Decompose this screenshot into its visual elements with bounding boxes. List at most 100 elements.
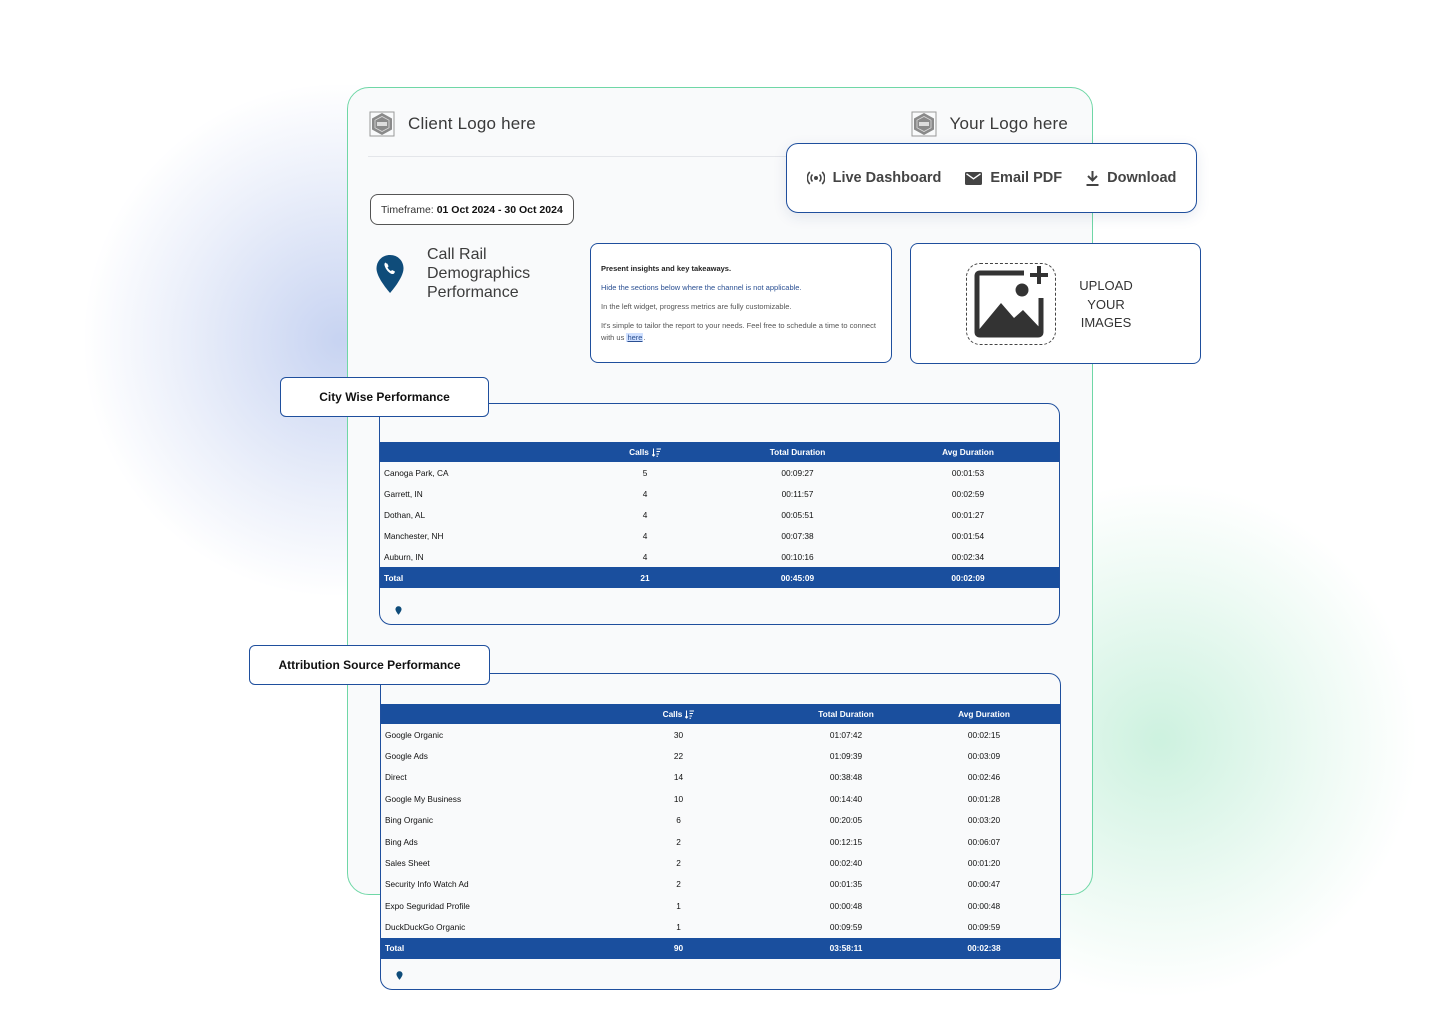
table-cell: Manchester, NH xyxy=(384,530,444,541)
table-cell: 01:09:39 xyxy=(829,751,863,762)
phone-pin-icon xyxy=(376,255,404,293)
table-row: DuckDuckGo Organic 1 00:09:59 00:09:59 xyxy=(381,917,1060,938)
table-cell: 00:07:38 xyxy=(781,530,814,541)
logo-placeholder-icon xyxy=(369,111,395,137)
table-cell: 10 xyxy=(673,793,684,804)
table-cell: 00:11:57 xyxy=(781,488,814,499)
upload-images-box[interactable]: UPLOAD YOUR IMAGES xyxy=(910,243,1201,364)
upload-dropzone[interactable] xyxy=(966,263,1056,345)
insights-heading: Present insights and key takeaways. xyxy=(601,264,732,273)
insights-line: In the left widget, progress metrics are… xyxy=(601,302,792,311)
table-header-row: Calls Total Duration Avg Duration xyxy=(381,704,1060,724)
table-cell: 2 xyxy=(676,879,681,890)
sort-icon[interactable] xyxy=(651,448,661,457)
table-cell: 00:10:16 xyxy=(781,551,814,562)
table-cell: 00:01:54 xyxy=(951,530,985,541)
email-pdf-label: Email PDF xyxy=(990,170,1063,186)
table-cell: 00:09:59 xyxy=(967,922,1001,933)
table-cell: 03:58:11 xyxy=(829,943,863,954)
phone-pin-icon xyxy=(396,971,403,980)
table-cell: 00:03:20 xyxy=(967,815,1001,826)
report-title-line: Call Rail xyxy=(427,246,487,263)
table-cell: Google Organic xyxy=(385,729,444,740)
table-cell: Dothan, AL xyxy=(384,509,426,520)
insights-box: Present insights and key takeaways. Hide… xyxy=(590,243,892,363)
city-table-card: Calls Total Duration Avg Duration Canoga… xyxy=(379,403,1060,625)
table-row: Canoga Park, CA 5 00:09:27 00:01:53 xyxy=(380,462,1059,483)
table-cell: Canoga Park, CA xyxy=(384,467,449,478)
table-cell: 4 xyxy=(642,509,648,520)
table-cell: 00:00:47 xyxy=(967,879,1001,890)
table-row: Dothan, AL 4 00:05:51 00:01:27 xyxy=(380,504,1059,525)
live-dashboard-label: Live Dashboard xyxy=(832,170,942,186)
column-header[interactable]: Avg Duration xyxy=(906,704,1060,724)
table-row: Bing Ads 2 00:12:15 00:06:07 xyxy=(381,831,1060,852)
table-cell: 00:01:53 xyxy=(951,467,985,478)
column-header xyxy=(380,442,570,462)
timeframe-value: 01 Oct 2024 - 30 Oct 2024 xyxy=(436,203,563,216)
source-table-card: Calls Total Duration Avg Duration Google… xyxy=(380,673,1061,990)
your-logo: Your Logo here xyxy=(910,110,1068,138)
column-header-calls[interactable]: Calls xyxy=(570,442,720,462)
report-title-line: Performance xyxy=(427,284,519,301)
table-cell: Total xyxy=(384,572,404,583)
table-cell: 30 xyxy=(673,729,684,740)
your-logo-text: Your Logo here xyxy=(949,114,1068,133)
add-image-icon xyxy=(974,266,1048,338)
table-cell: 00:03:09 xyxy=(967,751,1001,762)
insights-line: It's simple to tailor the report to your… xyxy=(601,320,881,344)
table-cell: 5 xyxy=(642,467,648,478)
column-header[interactable]: Avg Duration xyxy=(875,442,1059,462)
phone-pin-icon xyxy=(395,606,402,615)
table-cell: 00:06:07 xyxy=(967,836,1001,847)
table-cell: Total xyxy=(385,943,405,954)
upload-label-line: UPLOAD xyxy=(1079,278,1133,293)
table-cell: 00:05:51 xyxy=(781,509,814,520)
download-button[interactable]: Download xyxy=(1086,170,1176,186)
city-section-title: City Wise Performance xyxy=(280,377,489,417)
table-cell: 00:02:15 xyxy=(967,729,1001,740)
city-table: Calls Total Duration Avg Duration Canoga… xyxy=(380,442,1059,588)
schedule-link[interactable]: here xyxy=(626,333,644,342)
table-row: Google Ads 22 01:09:39 00:03:09 xyxy=(381,745,1060,766)
column-header[interactable]: Total Duration xyxy=(786,704,906,724)
table-cell: Direct xyxy=(385,772,407,783)
column-header[interactable]: Total Duration xyxy=(720,442,875,462)
broadcast-icon xyxy=(806,171,825,185)
table-cell: 00:01:35 xyxy=(829,879,863,890)
table-cell: Auburn, IN xyxy=(384,551,424,562)
table-cell: 00:02:46 xyxy=(967,772,1001,783)
table-cell: Google Ads xyxy=(385,751,428,762)
table-cell: 00:01:28 xyxy=(967,793,1001,804)
table-cell: 6 xyxy=(676,815,681,826)
table-cell: 4 xyxy=(642,530,648,541)
upload-label: UPLOAD YOUR IMAGES xyxy=(1066,277,1146,333)
table-cell: 21 xyxy=(640,572,650,583)
email-pdf-button[interactable]: Email PDF xyxy=(965,170,1062,186)
column-header-calls[interactable]: Calls xyxy=(571,704,786,724)
live-dashboard-button[interactable]: Live Dashboard xyxy=(806,170,942,186)
table-total-row: Total 21 00:45:09 00:02:09 xyxy=(380,567,1059,588)
table-cell: 4 xyxy=(642,551,648,562)
table-cell: 1 xyxy=(676,922,681,933)
insights-line: Hide the sections below where the channe… xyxy=(601,283,802,292)
upload-label-line: IMAGES xyxy=(1080,315,1132,330)
table-cell: 00:01:20 xyxy=(967,858,1001,869)
timeframe-label: Timeframe: xyxy=(381,203,434,216)
table-cell: 00:02:38 xyxy=(967,943,1001,954)
table-cell: 1 xyxy=(676,900,681,911)
table-cell: 00:09:27 xyxy=(781,467,814,478)
table-row: Google My Business 10 00:14:40 00:01:28 xyxy=(381,788,1060,809)
table-cell: Security Info Watch Ad xyxy=(385,879,469,890)
table-cell: 2 xyxy=(676,858,681,869)
table-row: Bing Organic 6 00:20:05 00:03:20 xyxy=(381,810,1060,831)
table-cell: DuckDuckGo Organic xyxy=(385,922,466,933)
table-row: Manchester, NH 4 00:07:38 00:01:54 xyxy=(380,525,1059,546)
table-row: Garrett, IN 4 00:11:57 00:02:59 xyxy=(380,483,1059,504)
sort-icon[interactable] xyxy=(685,710,695,719)
table-cell: 4 xyxy=(642,488,648,499)
table-row: Auburn, IN 4 00:10:16 00:02:34 xyxy=(380,546,1059,567)
timeframe-badge[interactable]: Timeframe: 01 Oct 2024 - 30 Oct 2024 xyxy=(370,194,574,225)
table-row: Expo Seguridad Profile 1 00:00:48 00:00:48 xyxy=(381,895,1060,916)
table-cell: Sales Sheet xyxy=(385,858,430,869)
